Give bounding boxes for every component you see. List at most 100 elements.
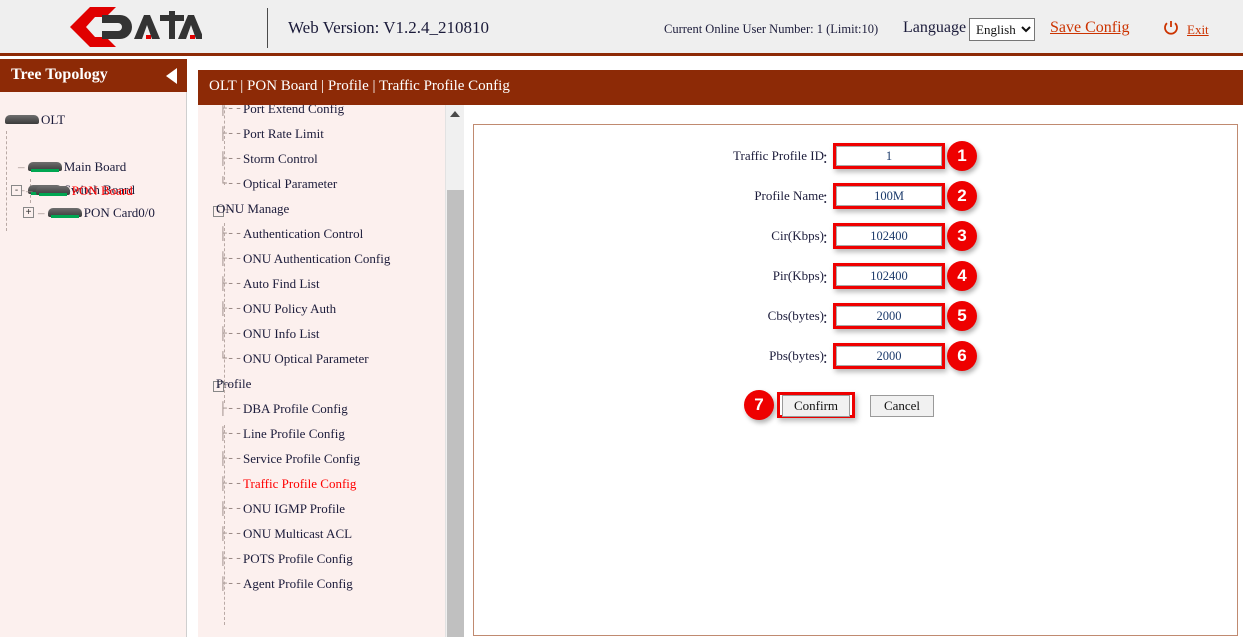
menu-connector: ├-- <box>219 105 242 116</box>
input-pir-kbps[interactable] <box>836 266 942 286</box>
header-divider <box>267 8 268 48</box>
tree-node-main-board[interactable]: – Main Board <box>18 159 126 175</box>
tree-topology-header: Tree Topology <box>0 59 187 92</box>
menu-item-onu-policy-auth[interactable]: ONU Policy Auth <box>243 301 336 317</box>
field-highlight-cbs-bytes <box>833 303 945 329</box>
device-icon <box>48 206 82 219</box>
tree-node-label: PON Card0/0 <box>84 205 155 220</box>
cdata-logo <box>62 5 202 51</box>
chevron-left-icon[interactable] <box>166 68 177 84</box>
input-cir-kbps[interactable] <box>836 226 942 246</box>
tree-topology-title: Tree Topology <box>11 66 108 84</box>
step-badge-5: 5 <box>947 301 977 331</box>
field-label-cbs-bytes: Cbs(bytes) <box>604 308 824 324</box>
menu-item-onu-manage[interactable]: ONU Manage <box>216 201 289 217</box>
menu-item-onu-info-list[interactable]: ONU Info List <box>243 326 320 342</box>
menu-item-onu-authentication-config[interactable]: ONU Authentication Config <box>243 251 390 267</box>
menu-connector <box>224 223 225 403</box>
step-badge-3: 3 <box>947 221 977 251</box>
menu-connector: ├-- <box>219 551 242 566</box>
step-badge-1: 1 <box>947 141 977 171</box>
cancel-button[interactable]: Cancel <box>870 395 934 417</box>
menu-connector: ├-- <box>219 576 242 591</box>
field-highlight-cir-kbps <box>833 223 945 249</box>
menu-connector: ├-- <box>219 151 242 166</box>
menu-connector: ├-- <box>219 226 242 241</box>
menu-connector: ├-- <box>219 401 242 416</box>
tree-node-pon-card-0-0[interactable]: – PON Card0/0 <box>38 205 155 221</box>
input-traffic-profile-id[interactable] <box>836 146 942 166</box>
tree-node-label: Main Board <box>64 159 126 174</box>
menu-item-authentication-control[interactable]: Authentication Control <box>243 226 363 242</box>
content-panel: Traffic Profile ID：1Profile Name：2Cir(Kb… <box>473 124 1238 636</box>
menu-item-onu-igmp-profile[interactable]: ONU IGMP Profile <box>243 501 345 517</box>
device-icon <box>36 184 70 197</box>
language-label: Language <box>903 19 966 37</box>
menu-item-port-rate-limit[interactable]: Port Rate Limit <box>243 126 324 142</box>
tree-expander-pon-board[interactable]: - <box>11 185 22 196</box>
menu-item-optical-parameter[interactable]: Optical Parameter <box>243 176 337 192</box>
scroll-up-arrow-icon[interactable] <box>446 105 464 122</box>
field-highlight-pir-kbps <box>833 263 945 289</box>
tree-node-olt[interactable]: OLT <box>5 112 65 128</box>
menu-connector: ├-- <box>219 526 242 541</box>
tree-connector <box>6 131 7 231</box>
menu-connector: ├-- <box>219 276 242 291</box>
menu-item-profile[interactable]: Profile <box>216 376 251 392</box>
menu-item-auto-find-list[interactable]: Auto Find List <box>243 276 320 292</box>
tree-node-label: OLT <box>41 112 65 127</box>
input-pbs-bytes[interactable] <box>836 346 942 366</box>
breadcrumb: OLT | PON Board | Profile | Traffic Prof… <box>209 78 510 95</box>
step-badge-4: 4 <box>947 261 977 291</box>
device-icon <box>5 113 39 126</box>
menu-connector: ├-- <box>219 451 242 466</box>
top-header: Web Version: V1.2.4_210810 Current Onlin… <box>0 0 1243 56</box>
menu-connector: ├-- <box>219 476 242 491</box>
menu-connector: ├-- <box>219 126 242 141</box>
menu-tree-panel: ├--Port Extend Config├--Port Rate Limit├… <box>198 105 464 637</box>
input-cbs-bytes[interactable] <box>836 306 942 326</box>
logo-svg <box>62 5 202 51</box>
breadcrumb-bar: OLT | PON Board | Profile | Traffic Prof… <box>198 70 1243 105</box>
save-config-link[interactable]: Save Config <box>1050 19 1130 37</box>
step-badge-2: 2 <box>947 181 977 211</box>
menu-connector: ├-- <box>219 501 242 516</box>
menu-item-pots-profile-config[interactable]: POTS Profile Config <box>243 551 353 567</box>
scrollbar-thumb[interactable] <box>447 190 464 637</box>
menu-item-service-profile-config[interactable]: Service Profile Config <box>243 451 360 467</box>
menu-connector: └-- <box>219 176 242 191</box>
tree-node-pon-board[interactable]: – PON Board <box>26 183 133 199</box>
field-label-pir-kbps: Pir(Kbps) <box>604 268 824 284</box>
menu-item-traffic-profile-config[interactable]: Traffic Profile Config <box>243 476 356 492</box>
menu-item-dba-profile-config[interactable]: DBA Profile Config <box>243 401 348 417</box>
confirm-button[interactable]: Confirm <box>782 395 850 417</box>
device-icon <box>28 160 62 173</box>
menu-item-port-extend-config[interactable]: Port Extend Config <box>243 105 344 117</box>
language-select[interactable]: English <box>969 18 1035 41</box>
menu-connector: └-- <box>219 351 242 366</box>
menu-connector: ├-- <box>219 301 242 316</box>
menu-connector: ├-- <box>219 251 242 266</box>
menu-connector <box>224 105 225 185</box>
menu-item-onu-multicast-acl[interactable]: ONU Multicast ACL <box>243 526 352 542</box>
menu-connector: ├-- <box>219 326 242 341</box>
input-profile-name[interactable] <box>836 186 942 206</box>
power-icon <box>1163 20 1179 36</box>
exit-link[interactable]: Exit <box>1187 22 1209 38</box>
menu-item-agent-profile-config[interactable]: Agent Profile Config <box>243 576 353 592</box>
menu-scrollbar[interactable] <box>445 105 464 637</box>
field-highlight-traffic-profile-id <box>833 143 945 169</box>
field-label-traffic-profile-id: Traffic Profile ID <box>604 148 824 164</box>
menu-connector: ├-- <box>219 426 242 441</box>
menu-item-line-profile-config[interactable]: Line Profile Config <box>243 426 345 442</box>
tree-expander-pon-card[interactable]: + <box>23 207 34 218</box>
menu-item-onu-optical-parameter[interactable]: ONU Optical Parameter <box>243 351 369 367</box>
menu-item-storm-control[interactable]: Storm Control <box>243 151 318 167</box>
step-badge-6: 6 <box>947 341 977 371</box>
tree-topology-panel: Tree Topology OLT – Main Board – Switch … <box>0 59 187 637</box>
step-badge-7: 7 <box>744 390 774 420</box>
field-highlight-pbs-bytes <box>833 343 945 369</box>
menu-connector <box>224 425 225 625</box>
web-version-text: Web Version: V1.2.4_210810 <box>288 18 489 38</box>
tree-node-label: PON Board <box>72 183 133 198</box>
